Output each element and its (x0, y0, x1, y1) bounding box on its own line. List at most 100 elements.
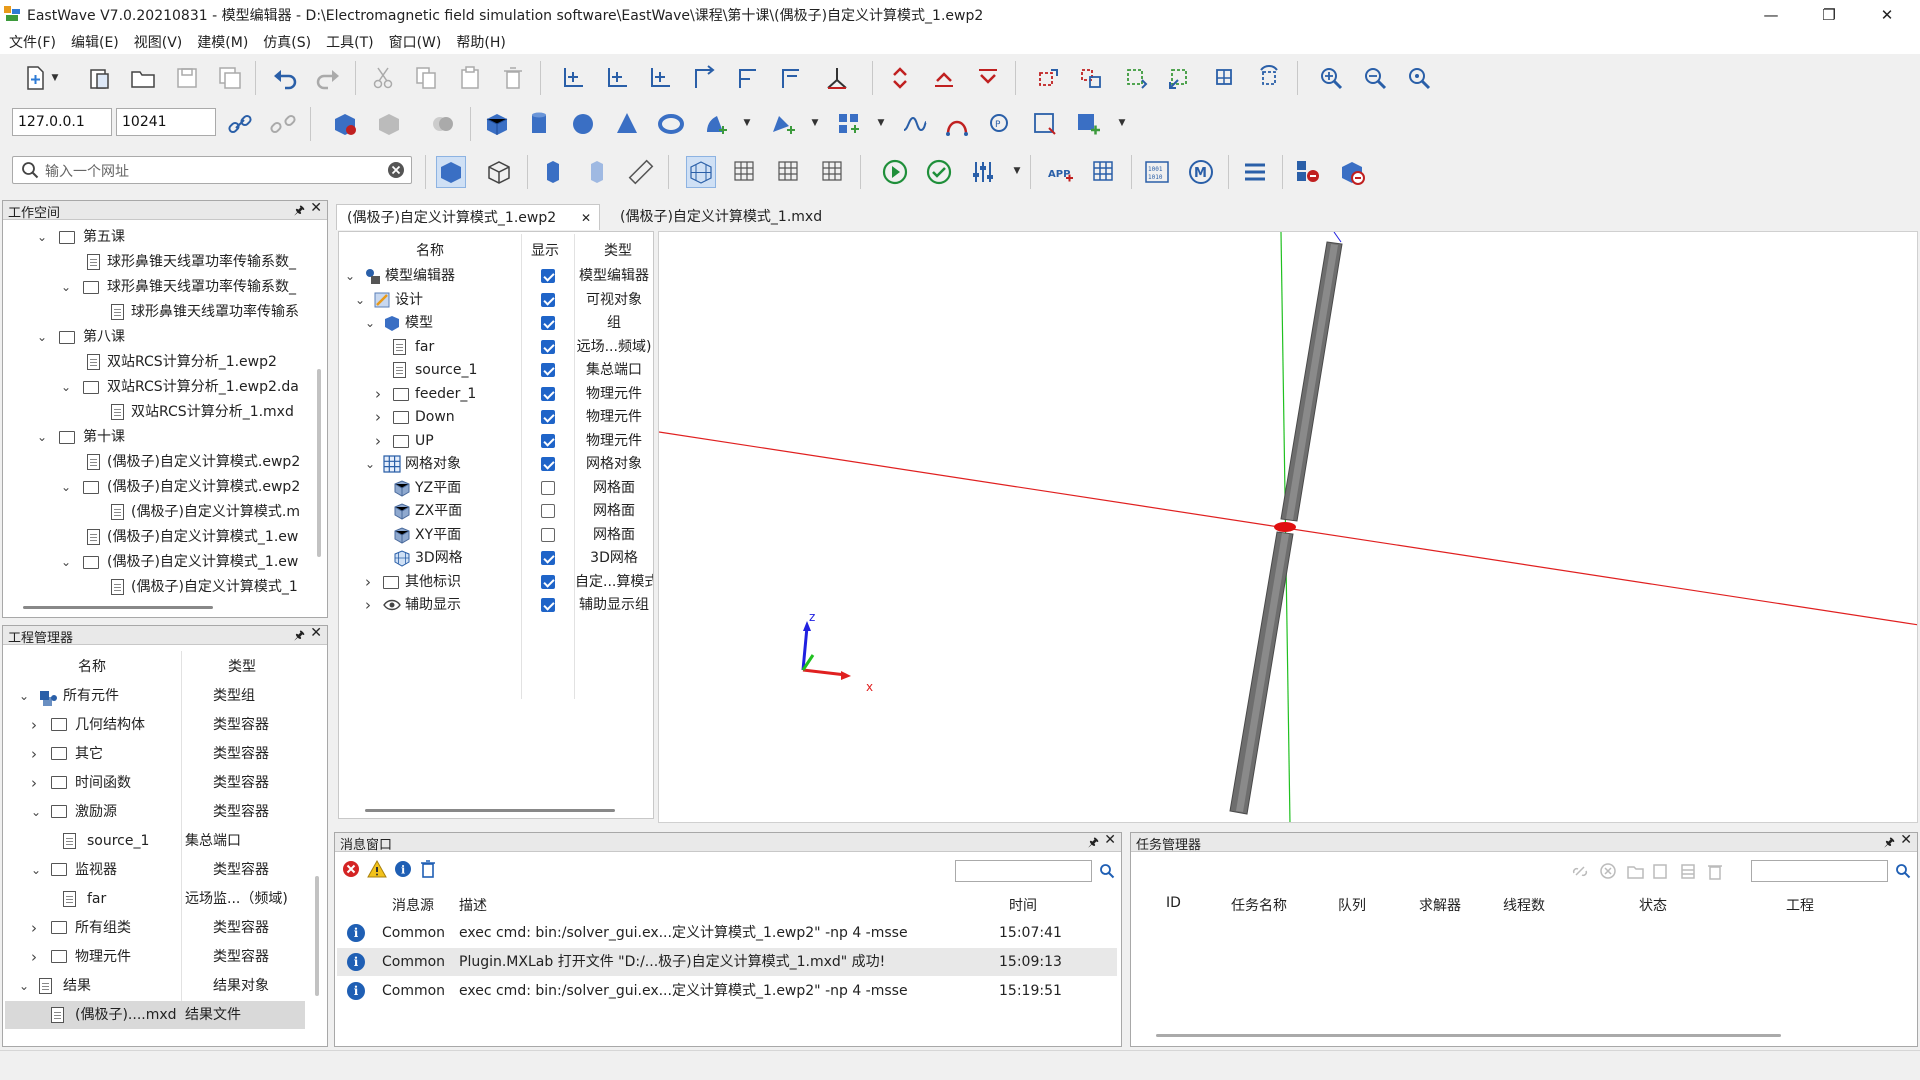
expand-chevron-icon[interactable]: ⌄ (31, 798, 41, 826)
move-up-icon[interactable] (929, 62, 959, 94)
workspace-tree-item[interactable]: ⌄ 球形鼻锥天线罩功率传输系数_ (3, 275, 315, 300)
visibility-checkbox[interactable] (541, 386, 555, 401)
translate-y-icon[interactable] (645, 62, 675, 94)
expand-chevron-icon[interactable]: ⌄ (61, 375, 71, 400)
workspace-tree-item[interactable]: (偶极子)自定义计算模式_1.ew (3, 525, 315, 550)
parameters-dropdown-icon[interactable]: ▼ (1012, 156, 1022, 186)
workspace-tree-item[interactable]: ⌄ 第五课 (3, 225, 315, 250)
mxlab-icon[interactable]: M (1186, 156, 1216, 188)
ruler-icon[interactable] (626, 156, 656, 188)
cube-icon[interactable] (482, 108, 512, 140)
expand-chevron-icon[interactable]: ⌄ (365, 312, 375, 335)
col-time-header[interactable]: 时间 (1009, 895, 1037, 915)
arc-icon[interactable] (942, 108, 972, 140)
expand-chevron-icon[interactable]: ⌄ (31, 856, 41, 884)
translate-z-icon[interactable] (602, 62, 632, 94)
close-panel-icon[interactable]: ✕ (310, 625, 322, 641)
project-tree-item[interactable]: › 物理元件 类型容器 (5, 943, 305, 971)
info-filter-icon[interactable]: i (393, 859, 413, 879)
array-dropdown-icon[interactable]: ▼ (876, 108, 886, 138)
model-tree-row[interactable]: YZ平面 网格面 (339, 477, 653, 500)
collapsed-chevron-icon[interactable]: › (31, 943, 37, 971)
import-model-icon[interactable] (330, 108, 360, 140)
workspace-tree-item[interactable]: ⌄ 第十课 (3, 425, 315, 450)
rotate-z-icon[interactable] (733, 62, 763, 94)
menu-modeling[interactable]: 建模(M) (188, 32, 254, 52)
undo-icon[interactable] (270, 62, 300, 94)
data-file-icon[interactable]: 1001 1010 (1142, 156, 1172, 188)
menu-view[interactable]: 视图(V) (125, 32, 189, 52)
visibility-checkbox[interactable] (541, 574, 555, 589)
workspace-tree-item[interactable]: 双站RCS计算分析_1.ewp2 (3, 350, 315, 375)
model-tree-row[interactable]: ⌄ 模型 组 (339, 312, 653, 335)
list-icon[interactable] (1240, 156, 1270, 188)
table-icon[interactable] (1089, 156, 1119, 188)
project-tree-item[interactable]: › 其它 类型容器 (5, 740, 305, 768)
collapsed-chevron-icon[interactable]: › (31, 711, 37, 739)
clear-messages-icon[interactable] (419, 859, 437, 879)
visibility-checkbox[interactable] (541, 433, 555, 448)
new-file-icon[interactable] (20, 62, 50, 94)
workspace-tree-item[interactable]: 球形鼻锥天线罩功率传输系数_ (3, 250, 315, 275)
model-tree-row[interactable]: › feeder_1 物理元件 (339, 383, 653, 406)
rotate-ccw-icon[interactable] (1254, 62, 1284, 94)
workspace-tree-item[interactable]: (偶极子)自定义计算模式.ewp2 (3, 450, 315, 475)
col-desc-header[interactable]: 描述 (459, 895, 487, 915)
app-icon[interactable]: APP (1045, 156, 1075, 188)
close-tab-icon[interactable]: ✕ (581, 205, 591, 231)
tab-mxd[interactable]: (偶极子)自定义计算模式_1.mxd (610, 204, 832, 230)
tab-ewp2[interactable]: (偶极子)自定义计算模式_1.ewp2 ✕ (336, 204, 600, 230)
collapsed-chevron-icon[interactable]: › (31, 769, 37, 797)
message-row[interactable]: i Common exec cmd: bin:/solver_gui.ex...定义… (337, 977, 1117, 1005)
pin-icon[interactable]: 🖈 (294, 201, 305, 222)
visibility-checkbox[interactable] (541, 292, 555, 307)
visibility-checkbox[interactable] (541, 527, 555, 542)
collapsed-chevron-icon[interactable]: › (365, 594, 371, 617)
restore-button[interactable]: ❐ (1800, 0, 1858, 30)
task-col-header[interactable]: ID (1166, 895, 1181, 911)
copy-icon[interactable] (411, 62, 441, 94)
move-up-down-icon[interactable] (885, 62, 915, 94)
section-view-icon[interactable] (582, 156, 612, 188)
parameters-icon[interactable] (968, 156, 998, 188)
task-col-header[interactable]: 线程数 (1503, 895, 1545, 915)
slice-view-icon[interactable] (538, 156, 568, 188)
clear-search-icon[interactable] (386, 160, 406, 180)
visibility-checkbox[interactable] (541, 339, 555, 354)
minimize-button[interactable]: — (1742, 0, 1800, 30)
mirror-icon[interactable] (1034, 62, 1064, 94)
expand-chevron-icon[interactable]: ⌄ (19, 972, 29, 1000)
visibility-checkbox[interactable] (541, 363, 555, 377)
visibility-checkbox[interactable] (541, 551, 555, 565)
task-col-header[interactable]: 任务名称 (1231, 895, 1287, 915)
message-filter-input[interactable] (955, 860, 1092, 882)
task-col-header[interactable]: 状态 (1639, 895, 1667, 915)
filter-search-icon[interactable] (1099, 863, 1115, 879)
visibility-checkbox[interactable] (541, 269, 555, 283)
scene-canvas[interactable] (659, 232, 1918, 823)
model-tree-row[interactable]: ⌄ 网格对象 网格对象 (339, 453, 653, 476)
task-col-header[interactable]: 工程 (1786, 895, 1814, 915)
remove-object-icon[interactable] (1293, 156, 1323, 188)
menu-edit[interactable]: 编辑(E) (62, 32, 125, 52)
menu-file[interactable]: 文件(F) (0, 32, 62, 52)
model-tree-row[interactable]: XY平面 网格面 (339, 524, 653, 547)
extrude-icon[interactable] (768, 108, 798, 140)
task-hscrollbar[interactable] (1156, 1034, 1781, 1037)
align-icon[interactable] (1210, 62, 1240, 94)
task-col-header[interactable]: 求解器 (1419, 895, 1461, 915)
visibility-checkbox[interactable] (541, 410, 555, 424)
rotate-y-icon[interactable] (776, 62, 806, 94)
workspace-tree-item[interactable]: ⌄ 第八课 (3, 325, 315, 350)
paste-project-icon[interactable] (85, 62, 115, 94)
cut-icon[interactable] (368, 62, 398, 94)
workspace-tree-item[interactable]: ⌄ 双站RCS计算分析_1.ewp2.da (3, 375, 315, 400)
model-tree-row[interactable]: › 辅助显示 辅助显示组 (339, 594, 653, 617)
project-tree-item[interactable]: far 远场监...（频域) (5, 885, 305, 913)
model-tree-row[interactable]: source_1 集总端口 (339, 359, 653, 382)
translate-x-icon[interactable] (558, 62, 588, 94)
project-tree-item[interactable]: › 几何结构体 类型容器 (5, 711, 305, 739)
error-filter-icon[interactable] (341, 859, 361, 879)
visibility-checkbox[interactable] (541, 598, 555, 612)
close-panel-icon[interactable]: ✕ (1104, 832, 1116, 848)
